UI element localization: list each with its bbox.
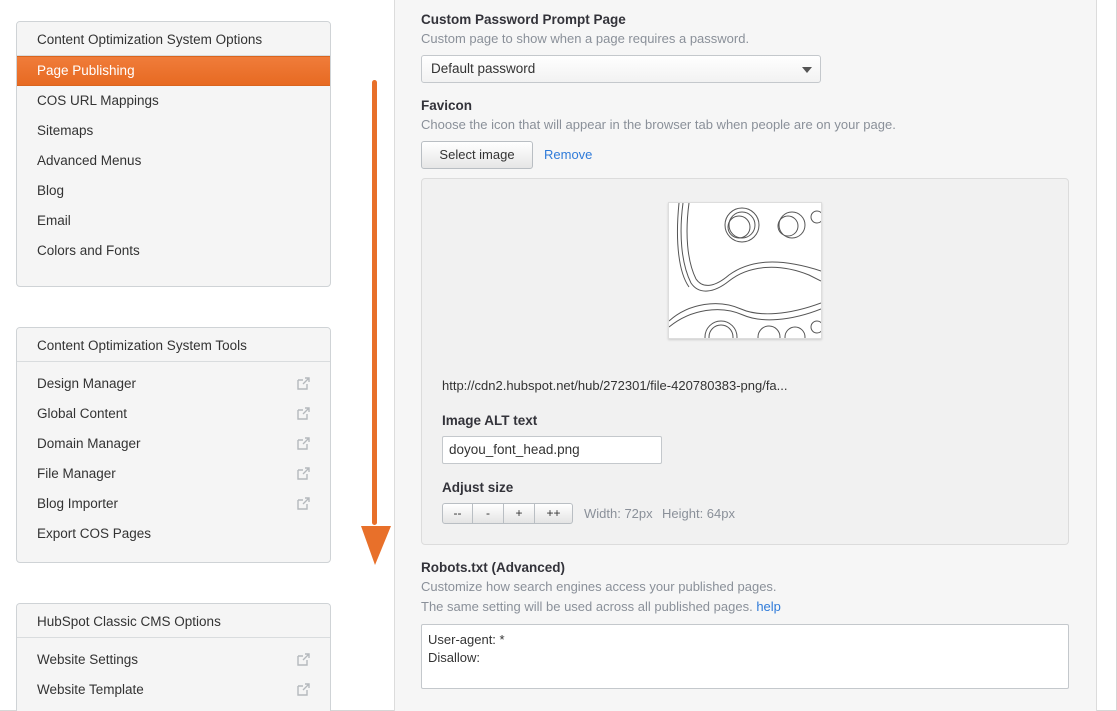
favicon-label: Favicon (421, 98, 473, 113)
sidebar-item-label: Blog Importer (37, 496, 119, 511)
external-link-icon (297, 407, 310, 420)
robots-help-text: The same setting will be used across all… (421, 599, 753, 614)
controller-line-art-icon (668, 202, 824, 354)
sidebar-item-website-template[interactable]: Website Template (17, 675, 330, 705)
cos-options-panel: Content Optimization System Options Page… (16, 21, 331, 287)
robots-help-link[interactable]: help (756, 599, 781, 614)
sidebar-item-website-settings[interactable]: Website Settings (17, 645, 330, 675)
classic-cms-panel: HubSpot Classic CMS Options Website Sett… (16, 603, 331, 711)
width-readout: Width: 72px (584, 506, 653, 521)
external-link-icon (297, 467, 310, 480)
cos-tools-list: Design Manager Global Content Domain Man… (17, 362, 330, 549)
robots-help: Customize how search engines access your… (421, 579, 777, 594)
cos-tools-panel: Content Optimization System Tools Design… (16, 327, 331, 563)
panel-title: Content Optimization System Options (17, 22, 330, 56)
robots-label: Robots.txt (Advanced) (421, 560, 566, 575)
sidebar-item-label: Design Manager (37, 376, 137, 391)
sidebar-item-design-manager[interactable]: Design Manager (17, 369, 330, 399)
size-much-smaller-button[interactable]: -- (442, 503, 473, 524)
alt-text-input[interactable]: doyou_font_head.png (442, 436, 662, 464)
sidebar-item-label: Global Content (37, 406, 128, 421)
sidebar-item-domain-manager[interactable]: Domain Manager (17, 429, 330, 459)
panel-title: Content Optimization System Tools (17, 328, 330, 362)
external-link-icon (297, 437, 310, 450)
favicon-help: Choose the icon that will appear in the … (421, 117, 896, 132)
sidebar-item-label: Website Template (37, 682, 144, 697)
size-smaller-button[interactable]: - (473, 503, 504, 524)
alt-text-label: Image ALT text (442, 413, 538, 428)
sidebar-item-label: Website Settings (37, 652, 139, 667)
adjust-size-label: Adjust size (442, 480, 514, 495)
external-link-icon (297, 683, 310, 696)
password-page-help: Custom page to show when a page requires… (421, 31, 750, 46)
robots-txt-textarea[interactable]: User-agent: * Disallow: (421, 624, 1069, 689)
select-image-button[interactable]: Select image (421, 141, 533, 169)
password-page-label: Custom Password Prompt Page (421, 12, 626, 27)
size-much-larger-button[interactable]: ++ (535, 503, 573, 524)
external-link-icon (297, 377, 310, 390)
chevron-down-icon (802, 67, 812, 73)
sidebar-item-label: Domain Manager (37, 436, 141, 451)
password-page-selected: Default password (431, 61, 536, 76)
robots-help-secondary: The same setting will be used across all… (421, 599, 781, 614)
sidebar-item-sitemaps[interactable]: Sitemaps (17, 116, 330, 146)
sidebar-item-blog-importer[interactable]: Blog Importer (17, 489, 330, 519)
sidebar-item-label: File Manager (37, 466, 116, 481)
sidebar-item-page-publishing[interactable]: Page Publishing (17, 56, 330, 86)
sidebar-item-email[interactable]: Email (17, 206, 330, 236)
sidebar-item-global-content[interactable]: Global Content (17, 399, 330, 429)
panel-title: HubSpot Classic CMS Options (17, 604, 330, 638)
sidebar-item-export-cos-pages[interactable]: Export COS Pages (17, 519, 330, 549)
classic-cms-list: Website Settings Website Template (17, 638, 330, 705)
password-page-select[interactable]: Default password (421, 55, 821, 83)
favicon-url: http://cdn2.hubspot.net/hub/272301/file-… (442, 378, 788, 393)
cos-options-list: Page Publishing COS URL Mappings Sitemap… (17, 56, 330, 266)
height-readout: Height: 64px (662, 506, 735, 521)
sidebar-item-file-manager[interactable]: File Manager (17, 459, 330, 489)
favicon-preview-image (668, 202, 824, 354)
external-link-icon (297, 653, 310, 666)
remove-favicon-link[interactable]: Remove (544, 147, 592, 162)
sidebar-item-colors-fonts[interactable]: Colors and Fonts (17, 236, 330, 266)
sidebar-item-blog[interactable]: Blog (17, 176, 330, 206)
sidebar-item-advanced-menus[interactable]: Advanced Menus (17, 146, 330, 176)
external-link-icon (297, 497, 310, 510)
scroll-down-arrow-annotation (361, 80, 391, 565)
size-larger-button[interactable]: + (504, 503, 535, 524)
sidebar-item-cos-url-mappings[interactable]: COS URL Mappings (17, 86, 330, 116)
